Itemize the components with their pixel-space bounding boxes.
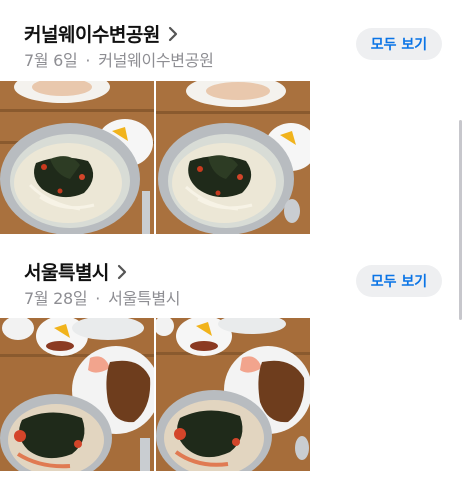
section-date: 7월 6일	[24, 51, 78, 70]
scrollbar[interactable]	[459, 120, 462, 320]
section-title: 서울특별시	[24, 262, 109, 284]
photo-strip	[0, 81, 466, 234]
section-subtitle: 7월 6일 · 커널웨이수변공원	[24, 47, 214, 71]
section-subtitle: 7월 28일 · 서울특별시	[24, 285, 180, 309]
noodle-soup-cutlet-photo	[0, 318, 154, 471]
noodle-soup-photo	[0, 81, 154, 234]
see-all-button[interactable]: 모두 보기	[356, 265, 442, 297]
section-title-link[interactable]: 서울특별시	[24, 258, 129, 285]
photo-thumbnail[interactable]	[156, 81, 310, 234]
section-place: 커널웨이수변공원	[98, 51, 214, 70]
chevron-right-icon	[117, 264, 127, 279]
separator-dot: ·	[95, 289, 101, 308]
section-date: 7월 28일	[24, 289, 88, 308]
photo-thumbnail[interactable]	[156, 318, 310, 471]
noodle-soup-cutlet-photo	[156, 318, 310, 471]
section-title-link[interactable]: 커널웨이수변공원	[24, 20, 180, 47]
noodle-soup-photo	[156, 81, 310, 234]
photo-strip	[0, 318, 466, 471]
separator-dot: ·	[85, 51, 91, 70]
photo-thumbnail[interactable]	[0, 318, 154, 471]
chevron-right-icon	[168, 26, 177, 41]
photo-thumbnail[interactable]	[0, 81, 154, 234]
section-place: 서울특별시	[108, 289, 181, 308]
see-all-button[interactable]: 모두 보기	[356, 28, 442, 60]
section-title: 커널웨이수변공원	[24, 24, 160, 46]
